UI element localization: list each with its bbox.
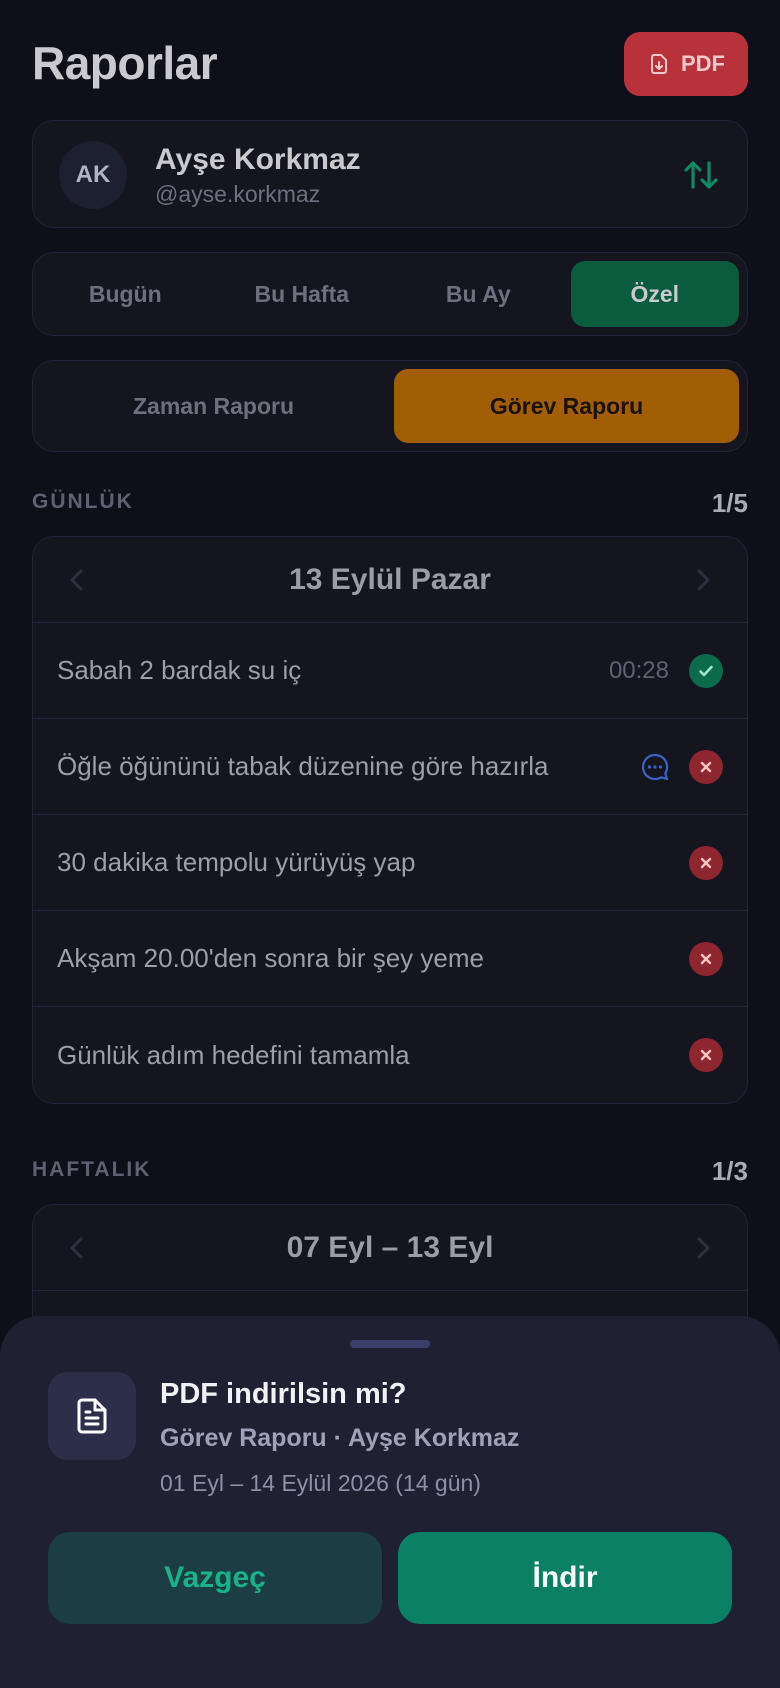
tab-time-report[interactable]: Zaman Raporu <box>41 369 386 443</box>
pdf-button-label: PDF <box>681 51 725 76</box>
chevron-left-icon[interactable] <box>63 1234 91 1262</box>
daily-tasks-card: 13 Eylül Pazar Sabah 2 bardak su iç 00:2… <box>32 536 748 1104</box>
sheet-date-range: 01 Eyl – 14 Eylül 2026 (14 gün) <box>160 1470 481 1496</box>
list-item[interactable]: Sabah 2 bardak su iç 00:28 <box>33 623 747 719</box>
cancel-button[interactable]: Vazgeç <box>48 1532 382 1624</box>
tab-task-report[interactable]: Görev Raporu <box>394 369 739 443</box>
close-icon <box>689 845 723 880</box>
close-icon <box>689 749 723 784</box>
daily-date: 13 Eylül Pazar <box>289 563 491 596</box>
comment-icon[interactable] <box>639 751 671 783</box>
download-icon <box>651 54 667 74</box>
task-title: Akşam 20.00'den sonra bir şey yeme <box>57 943 484 973</box>
list-item[interactable]: Akşam 20.00'den sonra bir şey yeme <box>33 911 747 1007</box>
daily-section-label: GÜNLÜK <box>32 490 134 513</box>
user-card[interactable]: AK Ayşe Korkmaz @ayse.korkmaz <box>32 120 748 228</box>
close-icon <box>689 1038 723 1072</box>
download-button[interactable]: İndir <box>398 1532 732 1624</box>
pdf-confirm-sheet: PDF indirilsin mi? Görev Raporu · Ayşe K… <box>0 1316 780 1688</box>
reports-screen: Raporlar PDF AK Ayşe Korkmaz @ayse.korkm… <box>0 0 780 1688</box>
weekly-date-nav: 07 Eyl – 13 Eyl <box>33 1205 747 1291</box>
switch-user-icon[interactable] <box>679 153 723 197</box>
daily-page-count: 1/5 <box>711 488 748 518</box>
daily-date-nav: 13 Eylül Pazar <box>33 537 747 623</box>
avatar: AK <box>59 141 127 209</box>
user-name: Ayşe Korkmaz <box>155 143 361 176</box>
user-handle: @ayse.korkmaz <box>155 181 321 207</box>
task-title: Sabah 2 bardak su iç <box>57 655 302 685</box>
task-title: Günlük adım hedefini tamamla <box>57 1039 410 1070</box>
check-icon <box>689 653 723 688</box>
sheet-subtitle: Görev Raporu · Ayşe Korkmaz <box>160 1424 520 1452</box>
tab-this-month[interactable]: Bu Ay <box>394 261 563 327</box>
tab-this-week[interactable]: Bu Hafta <box>218 261 387 327</box>
close-icon <box>689 941 723 976</box>
weekly-page-count: 1/3 <box>711 1156 748 1186</box>
weekly-date: 07 Eyl – 13 Eyl <box>286 1231 494 1264</box>
task-duration: 00:28 <box>608 656 669 684</box>
list-item[interactable]: 30 dakika tempolu yürüyüş yap <box>33 815 747 911</box>
chevron-left-icon[interactable] <box>63 566 91 594</box>
page-title: Raporlar <box>32 37 218 89</box>
pdf-export-button[interactable]: PDF <box>624 32 748 96</box>
sheet-title: PDF indirilsin mi? <box>160 1378 407 1410</box>
chevron-right-icon[interactable] <box>689 1234 717 1262</box>
list-item[interactable]: Öğle öğününü tabak düzenine göre hazırla <box>33 719 747 815</box>
task-title: 30 dakika tempolu yürüyüş yap <box>57 847 416 877</box>
period-tabs: Bugün Bu Hafta Bu Ay Özel <box>32 252 748 336</box>
list-item[interactable]: Günlük adım hedefini tamamla <box>33 1007 747 1103</box>
sheet-drag-handle[interactable] <box>350 1340 430 1348</box>
report-type-tabs: Zaman Raporu Görev Raporu <box>32 360 748 452</box>
tab-today[interactable]: Bugün <box>41 261 210 327</box>
tab-custom[interactable]: Özel <box>570 261 739 327</box>
document-icon <box>48 1372 136 1460</box>
weekly-section-label: HAFTALIK <box>32 1158 152 1181</box>
chevron-right-icon[interactable] <box>689 566 717 594</box>
task-title: Öğle öğününü tabak düzenine göre hazırla <box>57 751 549 781</box>
